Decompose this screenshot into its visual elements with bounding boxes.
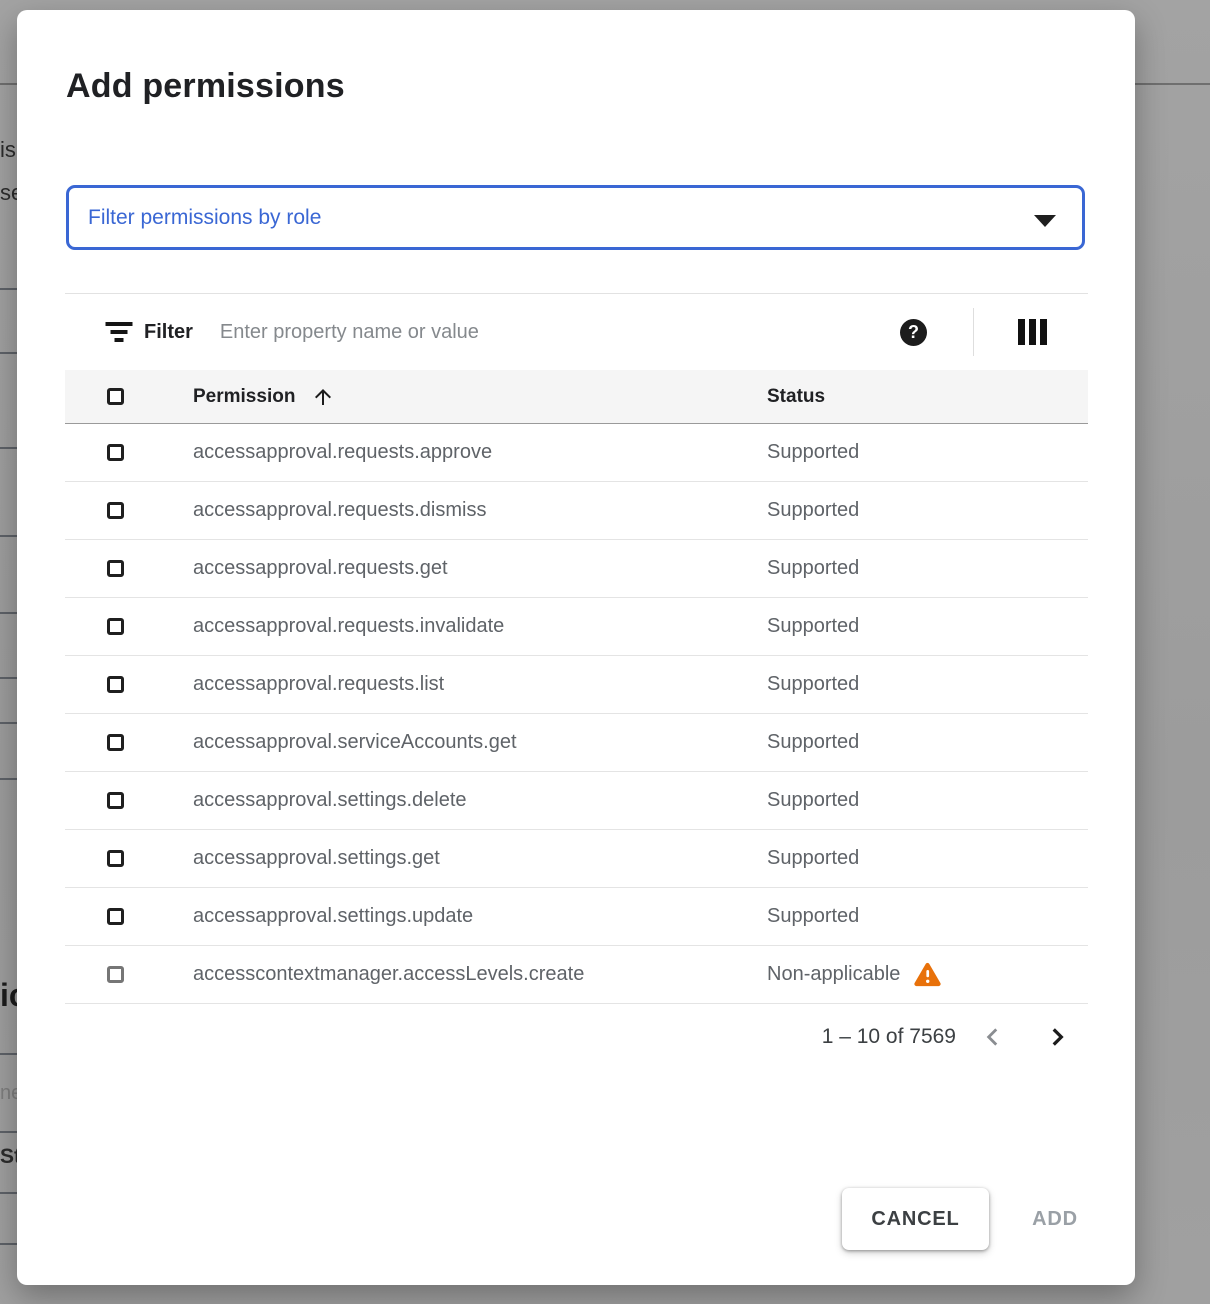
previous-page-button[interactable] xyxy=(972,1016,1014,1058)
row-checkbox[interactable] xyxy=(107,560,124,577)
table-row: accessapproval.requests.invalidate Suppo… xyxy=(65,598,1088,656)
row-checkbox[interactable] xyxy=(107,850,124,867)
permission-name: accessapproval.requests.approve xyxy=(193,441,492,464)
background-text-fragment: ne xyxy=(0,1082,18,1105)
role-filter-value: Filter permissions by role xyxy=(88,206,321,230)
row-checkbox[interactable] xyxy=(107,966,124,983)
status-value: Supported xyxy=(767,731,859,754)
background-text-fragment: ic xyxy=(0,977,18,1014)
permission-name: accessapproval.settings.delete xyxy=(193,789,467,812)
permission-name: accessapproval.settings.get xyxy=(193,847,440,870)
status-column-header: Status xyxy=(767,386,825,408)
background-text-fragment: St xyxy=(0,1145,18,1169)
row-checkbox[interactable] xyxy=(107,444,124,461)
status-value: Supported xyxy=(767,673,859,696)
row-checkbox[interactable] xyxy=(107,676,124,693)
background-row-line xyxy=(0,352,17,354)
filter-toolbar: Filter ? xyxy=(65,293,1088,370)
permission-name: accessapproval.requests.list xyxy=(193,673,444,696)
dialog-title: Add permissions xyxy=(66,67,345,106)
background-text-fragment: is xyxy=(0,137,16,163)
table-row: accessapproval.requests.list Supported xyxy=(65,656,1088,714)
table-row: accessapproval.settings.delete Supported xyxy=(65,772,1088,830)
status-value: Supported xyxy=(767,615,859,638)
pagination: 1 – 10 of 7569 xyxy=(65,1004,1088,1070)
column-display-icon[interactable] xyxy=(1018,319,1047,345)
background-row-line xyxy=(0,677,17,679)
background-text-fragment: se xyxy=(0,180,18,206)
background-row-line xyxy=(0,1243,17,1245)
status-value: Supported xyxy=(767,557,859,580)
background-row-line xyxy=(0,447,17,449)
background-row-line xyxy=(0,722,17,724)
filter-input[interactable] xyxy=(220,321,900,344)
status-value: Non-applicable xyxy=(767,963,900,986)
filter-label: Filter xyxy=(144,321,193,344)
permission-name: accessapproval.settings.update xyxy=(193,905,473,928)
status-value: Supported xyxy=(767,499,859,522)
select-all-checkbox[interactable] xyxy=(107,388,124,405)
background-row-line xyxy=(0,535,17,537)
cancel-button[interactable]: CANCEL xyxy=(842,1188,989,1250)
table-row: accesscontextmanager.accessLevels.create… xyxy=(65,946,1088,1004)
toolbar-divider xyxy=(973,308,974,356)
table-header-row: Permission Status xyxy=(65,370,1088,424)
permission-name: accessapproval.requests.get xyxy=(193,557,448,580)
background-row-line xyxy=(0,288,17,290)
status-value: Supported xyxy=(767,789,859,812)
permission-column-header[interactable]: Permission xyxy=(193,386,295,408)
row-checkbox[interactable] xyxy=(107,734,124,751)
sort-ascending-icon[interactable] xyxy=(311,385,335,409)
status-value: Supported xyxy=(767,847,859,870)
table-row: accessapproval.serviceAccounts.get Suppo… xyxy=(65,714,1088,772)
permission-name: accessapproval.serviceAccounts.get xyxy=(193,731,517,754)
background-row-line xyxy=(0,1192,17,1194)
table-row: accessapproval.settings.update Supported xyxy=(65,888,1088,946)
background-row-line xyxy=(0,778,17,780)
table-row: accessapproval.requests.get Supported xyxy=(65,540,1088,598)
pagination-range-label: 1 – 10 of 7569 xyxy=(822,1025,956,1049)
add-button[interactable]: ADD xyxy=(1009,1188,1101,1250)
table-row: accessapproval.requests.approve Supporte… xyxy=(65,424,1088,482)
status-value: Supported xyxy=(767,441,859,464)
permission-name: accesscontextmanager.accessLevels.create xyxy=(193,963,584,986)
permissions-table: Filter ? Permission Status acces xyxy=(65,293,1088,1070)
row-checkbox[interactable] xyxy=(107,908,124,925)
table-row: accessapproval.settings.get Supported xyxy=(65,830,1088,888)
add-permissions-dialog: Add permissions Filter permissions by ro… xyxy=(17,10,1135,1285)
filter-list-icon xyxy=(105,320,133,344)
background-row-line xyxy=(0,1131,17,1133)
background-row-line xyxy=(0,1053,17,1055)
chevron-down-icon xyxy=(1034,215,1056,227)
row-checkbox[interactable] xyxy=(107,502,124,519)
row-checkbox[interactable] xyxy=(107,792,124,809)
background-row-line xyxy=(0,612,17,614)
permission-name: accessapproval.requests.dismiss xyxy=(193,499,486,522)
warning-icon xyxy=(914,962,941,987)
status-value: Supported xyxy=(767,905,859,928)
next-page-button[interactable] xyxy=(1036,1016,1078,1058)
permission-name: accessapproval.requests.invalidate xyxy=(193,615,504,638)
role-filter-select[interactable]: Filter permissions by role xyxy=(66,185,1085,250)
help-icon[interactable]: ? xyxy=(900,319,927,346)
row-checkbox[interactable] xyxy=(107,618,124,635)
table-row: accessapproval.requests.dismiss Supporte… xyxy=(65,482,1088,540)
